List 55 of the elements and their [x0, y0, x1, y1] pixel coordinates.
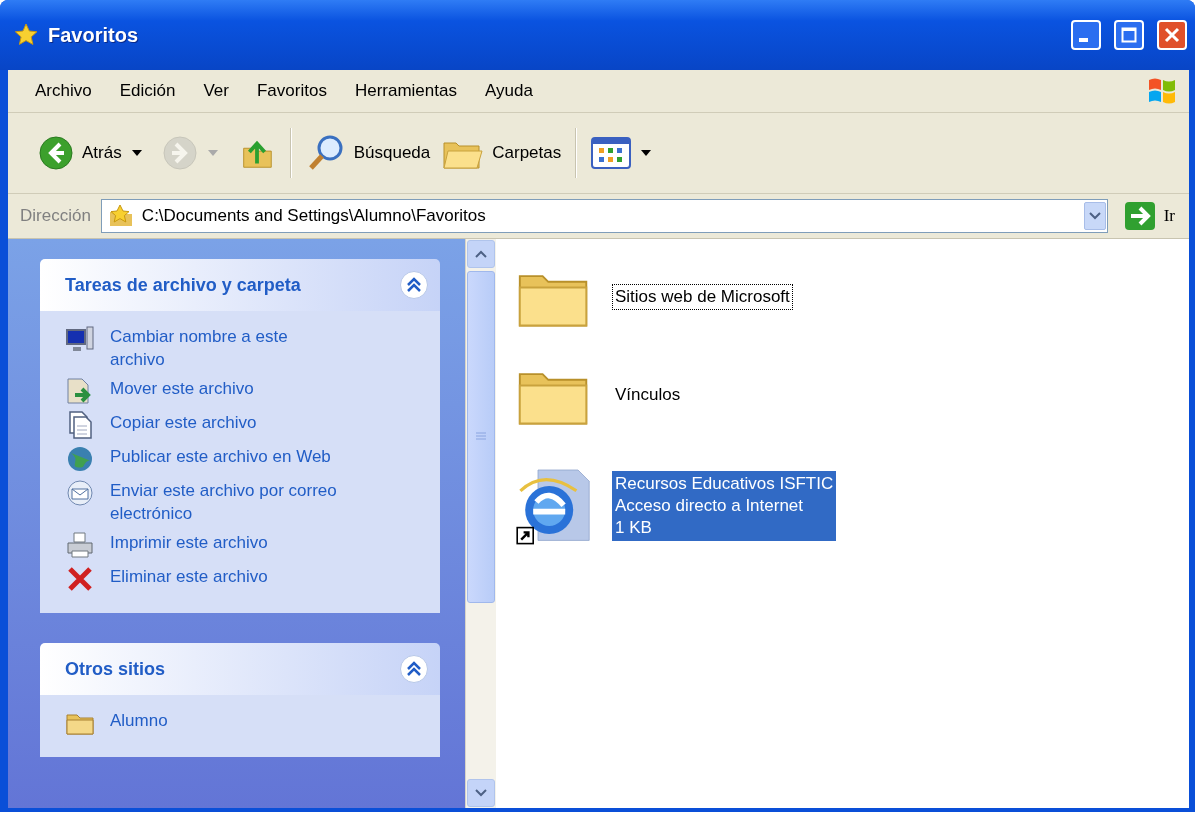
go-button[interactable]: Ir	[1117, 201, 1181, 231]
back-button[interactable]: Atrás	[32, 131, 128, 175]
grip-icon	[476, 432, 486, 442]
window-title: Favoritos	[48, 23, 140, 47]
x-icon	[65, 565, 95, 593]
collapse-button[interactable]	[400, 655, 428, 683]
task-link[interactable]: Mover este archivo	[110, 377, 254, 400]
scrollbar-thumb[interactable]	[467, 271, 495, 603]
task-link[interactable]: Copiar este archivo	[110, 411, 257, 434]
minimize-button[interactable]	[1071, 20, 1101, 50]
panel-title: Tareas de archivo y carpeta	[65, 274, 302, 296]
printer-icon	[65, 531, 95, 559]
menu-item[interactable]: Edición	[112, 78, 183, 104]
close-button[interactable]	[1157, 20, 1187, 50]
arrow-right-icon	[1123, 201, 1156, 231]
scroll-down-button[interactable]	[467, 779, 495, 807]
chevron-up-icon	[475, 250, 487, 258]
minimize-icon	[1079, 38, 1088, 42]
panel-title: Otros sitios	[65, 658, 167, 680]
menu-item[interactable]: Favoritos	[250, 78, 334, 104]
task-link[interactable]: Publicar este archivo en Web	[110, 445, 331, 468]
menu-item[interactable]: Archivo	[28, 78, 99, 104]
double-chevron-icon	[405, 276, 423, 294]
caret-icon	[131, 150, 142, 156]
double-chevron-icon	[405, 660, 423, 678]
globe-icon	[65, 445, 95, 473]
search-button[interactable]: Búsqueda	[299, 129, 437, 177]
maximize-button[interactable]	[1114, 20, 1144, 50]
folders-button[interactable]: Carpetas	[436, 131, 568, 175]
chevron-down-icon	[1088, 212, 1101, 220]
task-link[interactable]: Enviar este archivo por correo electrónico	[110, 479, 342, 525]
task-link[interactable]: Alumno	[110, 709, 168, 732]
file-label[interactable]: Sitios web de Microsoft	[612, 284, 793, 310]
scroll-up-button[interactable]	[467, 240, 495, 268]
monitor-icon	[65, 325, 95, 353]
file-label[interactable]: Vínculos	[612, 382, 684, 408]
star-icon	[14, 23, 38, 47]
task-link[interactable]: Imprimir este archivo	[110, 531, 268, 554]
envelope-icon	[65, 479, 95, 507]
star-folder-icon	[107, 204, 134, 228]
menu-item[interactable]: Ver	[196, 78, 236, 104]
maximize-icon	[1121, 27, 1137, 43]
collapse-button[interactable]	[400, 271, 428, 299]
task-link[interactable]: Cambiar nombre a este archivo	[110, 325, 342, 371]
caret-icon	[207, 150, 218, 156]
address-label: Dirección	[20, 206, 91, 226]
menu-item[interactable]: Ayuda	[477, 78, 540, 104]
views-grid-icon	[591, 137, 632, 169]
task-link[interactable]: Eliminar este archivo	[110, 565, 268, 588]
caret-icon	[641, 150, 652, 156]
menu-item[interactable]: Herramientas	[347, 78, 464, 104]
chevron-down-icon	[475, 789, 487, 797]
close-icon	[1164, 27, 1180, 43]
address-field[interactable]: C:\Documents and Settings\Alumno\Favoritos	[100, 199, 1108, 233]
file-label[interactable]: Recursos Educativos ISFTIC Acceso directo a Internet 1 KB	[612, 471, 837, 541]
